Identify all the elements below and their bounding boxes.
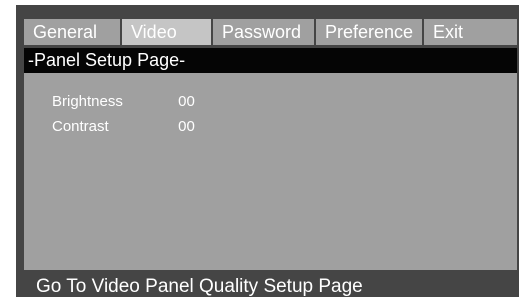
tab-general[interactable]: General xyxy=(24,19,120,45)
page-title: -Panel Setup Page- xyxy=(24,48,517,73)
brightness-value: 00 xyxy=(178,93,195,110)
brightness-label: Brightness xyxy=(52,93,123,110)
tab-password[interactable]: Password xyxy=(213,19,314,45)
menu-tab-bar: General Video Password Preference Exit xyxy=(24,19,517,45)
setting-row-contrast[interactable]: Contrast 00 xyxy=(52,117,195,137)
tab-exit[interactable]: Exit xyxy=(424,19,517,45)
tab-preference[interactable]: Preference xyxy=(316,19,422,45)
setting-row-brightness[interactable]: Brightness 00 xyxy=(52,92,195,112)
settings-panel: Brightness 00 Contrast 00 xyxy=(24,73,517,270)
status-message: Go To Video Panel Quality Setup Page xyxy=(36,276,363,297)
tab-video[interactable]: Video xyxy=(122,19,211,45)
setup-menu-frame: General Video Password Preference Exit -… xyxy=(16,5,519,297)
contrast-value: 00 xyxy=(178,118,195,135)
contrast-label: Contrast xyxy=(52,118,109,135)
